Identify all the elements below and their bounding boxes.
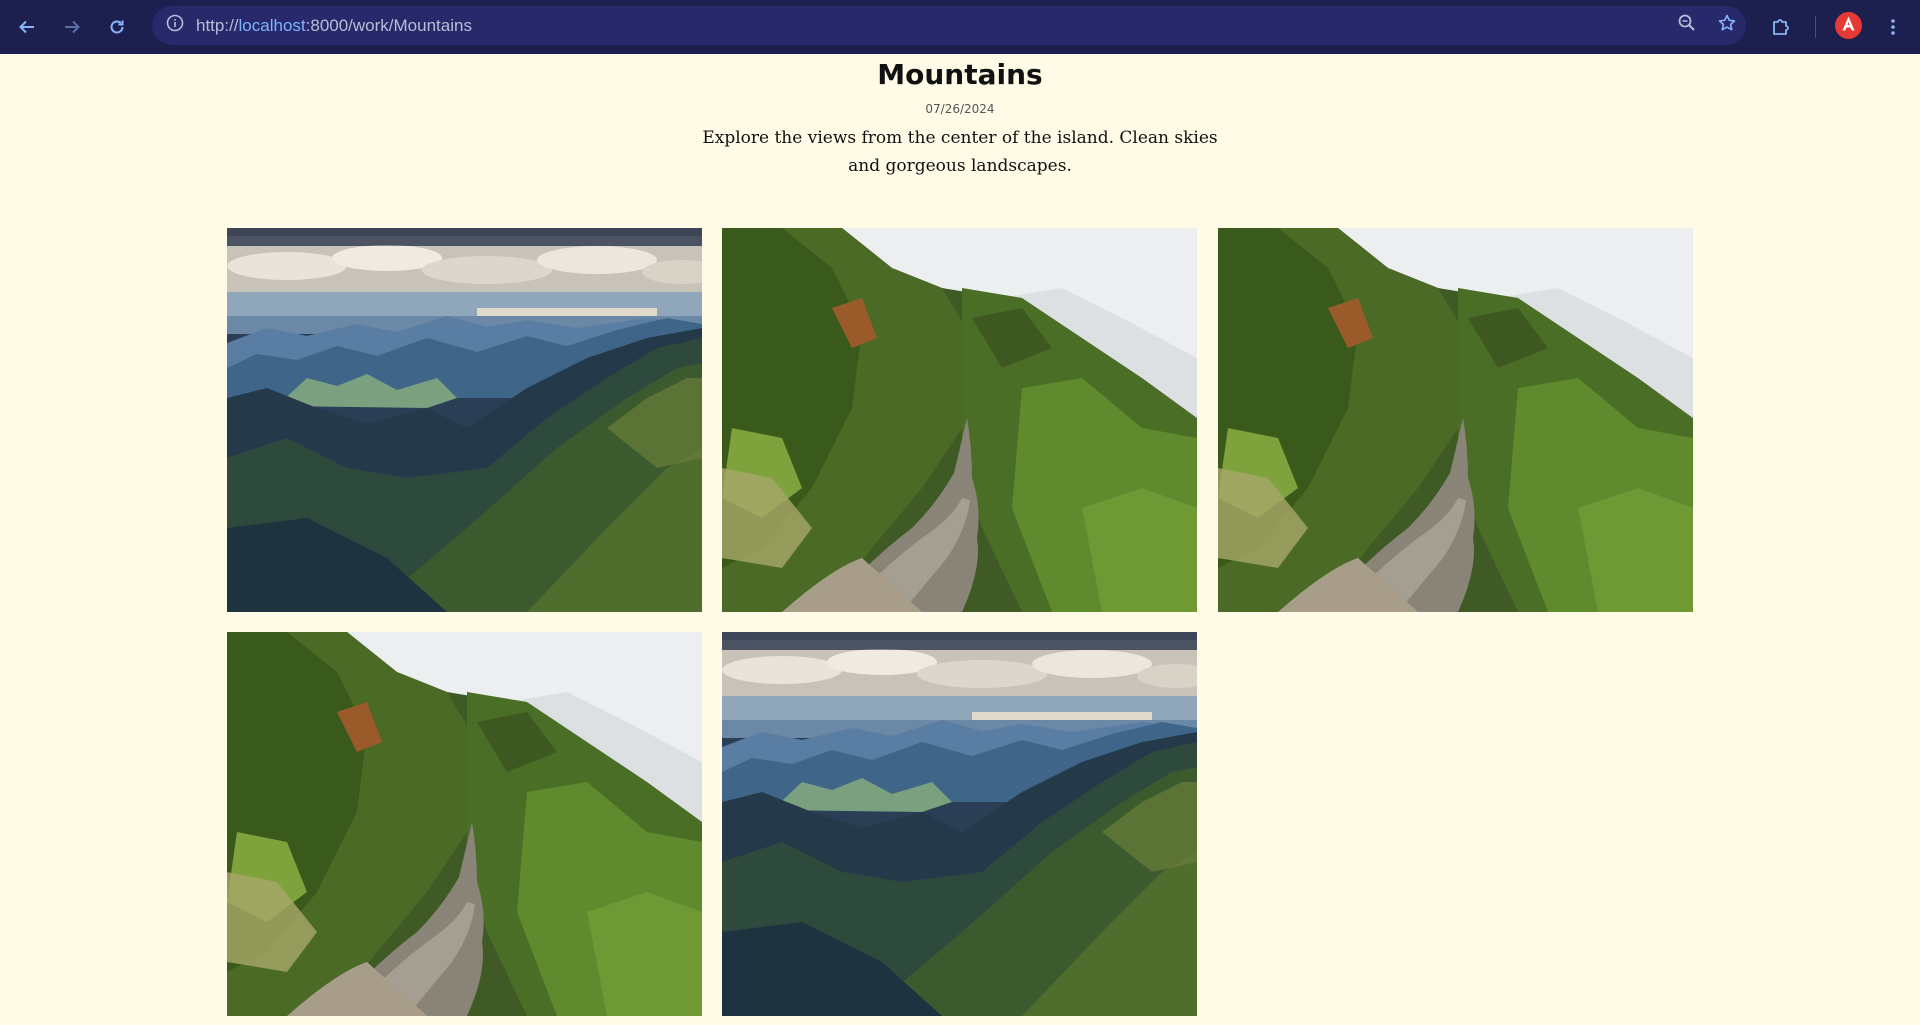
arrow-left-icon bbox=[17, 17, 37, 37]
browser-toolbar: http://localhost:8000/work/Mountains bbox=[0, 0, 1920, 54]
gallery-photo-5[interactable] bbox=[722, 632, 1197, 1016]
site-info-button[interactable] bbox=[160, 10, 190, 40]
forward-button[interactable] bbox=[56, 11, 88, 43]
mountain-trail-image bbox=[722, 228, 1197, 612]
kebab-menu-icon bbox=[1883, 17, 1903, 37]
page-description: Explore the views from the center of the… bbox=[702, 128, 1218, 176]
back-button[interactable] bbox=[11, 11, 43, 43]
reload-button[interactable] bbox=[101, 11, 133, 43]
mountain-trail-image bbox=[1218, 228, 1693, 612]
profile-avatar-icon bbox=[1840, 15, 1857, 36]
address-bar[interactable]: http://localhost:8000/work/Mountains bbox=[152, 6, 1746, 45]
url-scheme: http:// bbox=[196, 16, 239, 35]
mountain-ocean-view-image bbox=[227, 228, 702, 612]
toolbar-divider bbox=[1815, 16, 1816, 38]
post-date: 07/26/2024 bbox=[925, 102, 995, 116]
url-host: localhost bbox=[238, 16, 306, 35]
puzzle-icon bbox=[1770, 16, 1792, 38]
gallery-photo-4[interactable] bbox=[227, 632, 702, 1016]
page-content: Mountains 07/26/2024 Explore the views f… bbox=[0, 54, 1920, 1025]
url-path: :8000/work/Mountains bbox=[305, 16, 472, 35]
mountain-trail-image bbox=[227, 632, 702, 1016]
arrow-right-icon bbox=[62, 17, 82, 37]
url-text[interactable]: http://localhost:8000/work/Mountains bbox=[196, 6, 472, 45]
gallery-photo-2[interactable] bbox=[722, 228, 1197, 612]
mountain-ocean-view-image bbox=[722, 632, 1197, 1016]
gallery-photo-3[interactable] bbox=[1218, 228, 1693, 612]
gallery-photo-1[interactable] bbox=[227, 228, 702, 612]
zoom-button[interactable] bbox=[1672, 10, 1702, 40]
zoom-icon bbox=[1677, 13, 1697, 37]
profile-avatar[interactable] bbox=[1835, 12, 1862, 39]
menu-button[interactable] bbox=[1877, 11, 1909, 43]
extensions-button[interactable] bbox=[1765, 11, 1797, 43]
reload-icon bbox=[107, 17, 127, 37]
star-icon bbox=[1717, 13, 1737, 37]
info-icon bbox=[166, 14, 184, 36]
bookmark-button[interactable] bbox=[1712, 10, 1742, 40]
page-title: Mountains bbox=[877, 58, 1043, 91]
